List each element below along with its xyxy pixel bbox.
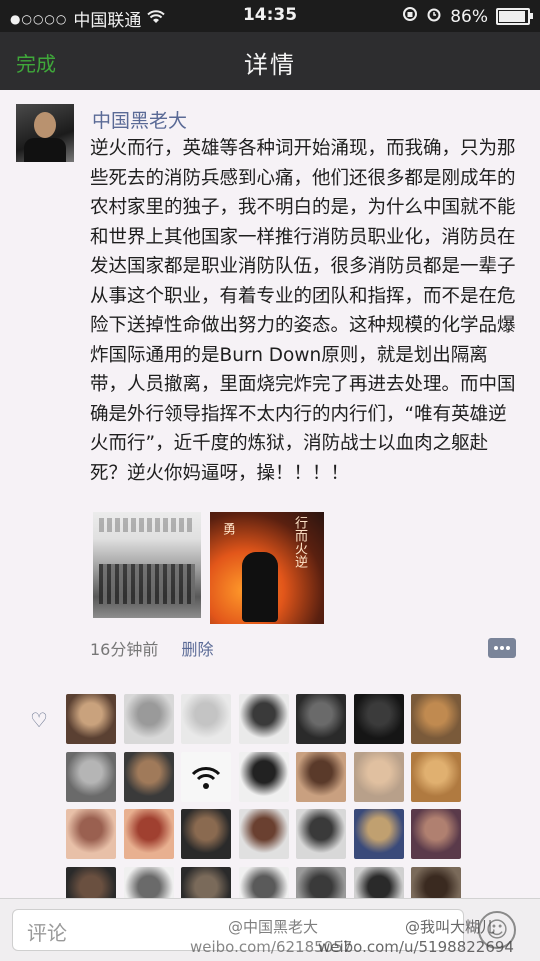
liker-avatar[interactable]: [296, 751, 346, 802]
watermark: @我叫大糊儿: [405, 918, 496, 936]
liker-avatar[interactable]: [238, 809, 289, 859]
rotation-lock-icon: [402, 6, 418, 27]
battery-level-fill: [499, 11, 525, 22]
username[interactable]: 中国黑老大: [92, 106, 187, 133]
liker-avatar-wifi-icon[interactable]: [181, 751, 231, 802]
delete-button[interactable]: 删除: [181, 640, 213, 659]
avatar-face: [34, 112, 56, 138]
liker-avatar[interactable]: [181, 809, 231, 859]
photo-caption-lines: [99, 518, 195, 532]
liker-avatar[interactable]: [123, 751, 174, 802]
liker-avatar[interactable]: [238, 751, 289, 802]
liker-avatar[interactable]: [411, 751, 461, 802]
post-text: 逆火而行，英雄等各种词开始涌现，而我确，只为那些死去的消防兵感到心痛，他们还很多…: [90, 138, 516, 484]
watermark: weibo.com/u/5198822694: [318, 938, 514, 956]
liker-avatar[interactable]: [238, 694, 289, 744]
status-bar: ●○○○○ 中国联通 14:35 86%: [0, 0, 540, 32]
liker-avatar[interactable]: [411, 694, 461, 744]
avatar-suit: [24, 138, 66, 162]
liker-avatar[interactable]: [296, 809, 346, 859]
liker-avatar[interactable]: [66, 751, 116, 802]
page-title: 详情: [244, 51, 296, 79]
nav-bar: 完成 详情: [0, 32, 540, 90]
post-photos: 行而火逆 勇: [93, 512, 333, 630]
post-photo-troops[interactable]: [93, 512, 201, 618]
comment-placeholder: 评论: [27, 921, 67, 945]
post-meta: 16分钟前 删除: [90, 636, 213, 660]
battery-icon: [496, 8, 533, 25]
liker-avatar[interactable]: [66, 694, 116, 744]
watermark: @中国黑老大: [228, 918, 319, 936]
post-photo-firefighter[interactable]: 行而火逆 勇: [210, 512, 324, 624]
photo-troop-rows: [99, 564, 195, 604]
photo-overlay-text: 行而火逆: [292, 516, 307, 568]
liker-avatar[interactable]: [123, 694, 174, 744]
battery-percent: 86%: [450, 6, 488, 27]
photo-overlay-text-2: 勇: [220, 522, 235, 535]
avatar[interactable]: [16, 104, 74, 162]
alarm-icon: [426, 6, 442, 27]
liker-avatar[interactable]: [353, 809, 404, 859]
liker-avatar[interactable]: [353, 694, 404, 744]
post-time: 16分钟前: [90, 640, 159, 659]
likes-section: ♡: [0, 688, 540, 917]
comment-icon[interactable]: [488, 638, 516, 658]
firefighter-silhouette: [242, 552, 278, 622]
liker-avatar[interactable]: [66, 809, 116, 859]
liker-avatar[interactable]: [411, 809, 461, 859]
liker-avatar[interactable]: [353, 751, 404, 802]
liker-avatar[interactable]: [123, 809, 174, 859]
liker-avatar[interactable]: [296, 694, 346, 744]
heart-icon: ♡: [30, 708, 48, 732]
liker-avatar[interactable]: [181, 694, 231, 744]
